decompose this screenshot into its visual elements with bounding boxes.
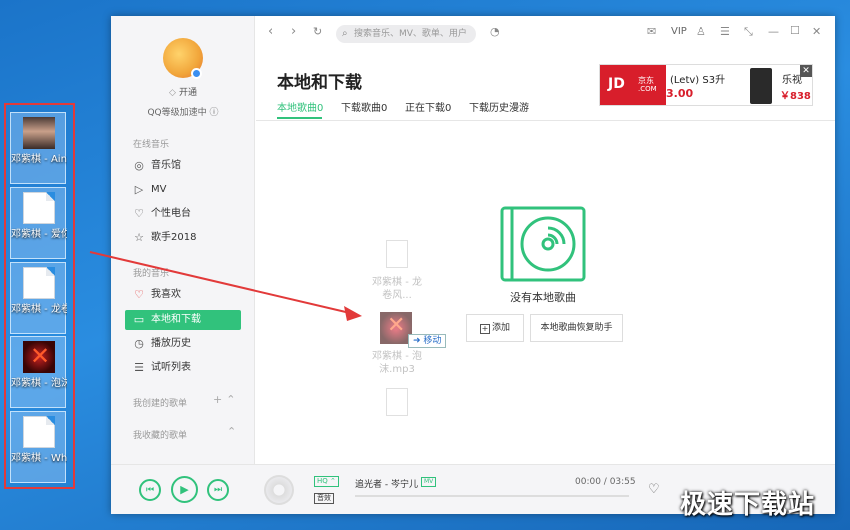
watermark-text: 极速下载站 bbox=[680, 490, 816, 520]
arrow-line bbox=[89, 251, 351, 314]
drag-arrow bbox=[89, 251, 362, 321]
arrow-head bbox=[344, 306, 362, 321]
